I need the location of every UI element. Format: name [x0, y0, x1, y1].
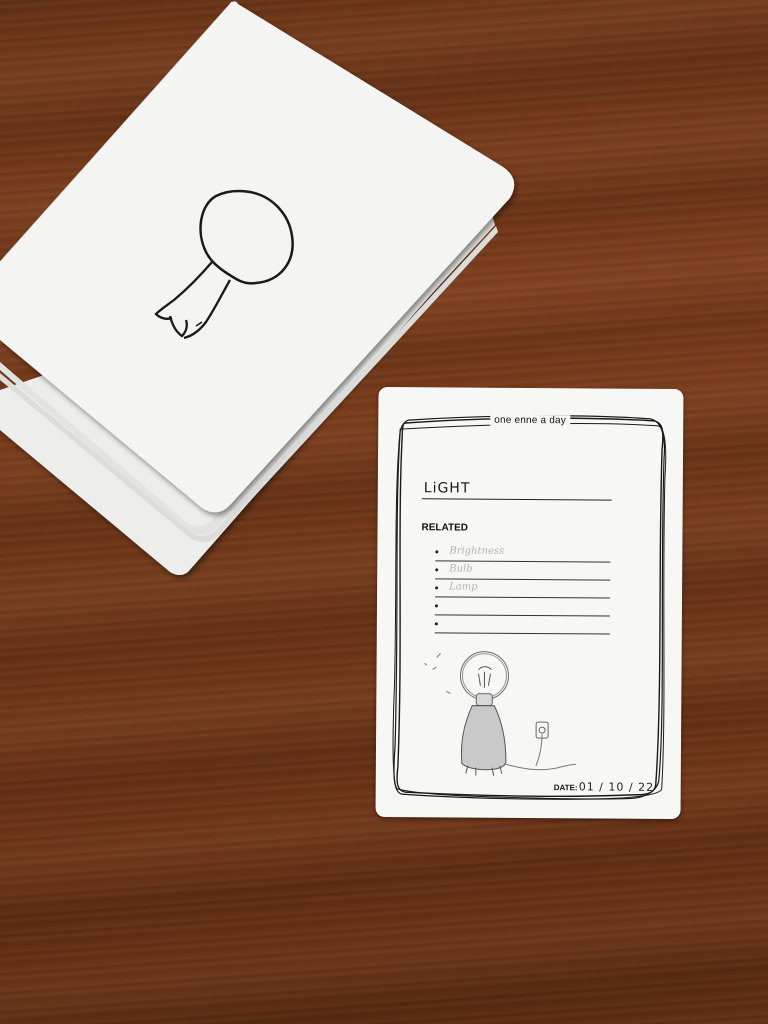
related-item-text: Brightness: [449, 545, 505, 557]
related-line: [435, 560, 611, 563]
related-item: Bulb: [435, 563, 611, 582]
related-item-text: Lamp: [449, 581, 478, 593]
bullet-icon: [434, 604, 438, 608]
related-line: [434, 632, 610, 635]
related-item-text: Bulb: [449, 563, 473, 575]
word-of-day: LiGHT: [423, 480, 471, 497]
related-line: [435, 578, 611, 581]
date-value: 01 / 10 / 22: [578, 780, 655, 794]
bullet-icon: [435, 568, 439, 572]
related-line: [434, 614, 610, 617]
date-label: DATE:: [553, 783, 578, 793]
brand-label: one enne a day: [490, 414, 571, 427]
related-line: [435, 596, 611, 599]
character-lightbulb-sketch-icon: [424, 651, 576, 776]
bullet-icon: [435, 586, 439, 590]
bullet-icon: [434, 622, 438, 626]
related-item: [434, 599, 610, 618]
bullet-icon: [435, 550, 439, 554]
related-item: Lamp: [435, 581, 611, 600]
related-heading: RELATED: [421, 522, 469, 534]
related-item: [434, 617, 610, 636]
related-item: Brightness: [435, 545, 611, 564]
journal-card: one enne a day LiGHT RELATED Brightness …: [375, 386, 684, 820]
